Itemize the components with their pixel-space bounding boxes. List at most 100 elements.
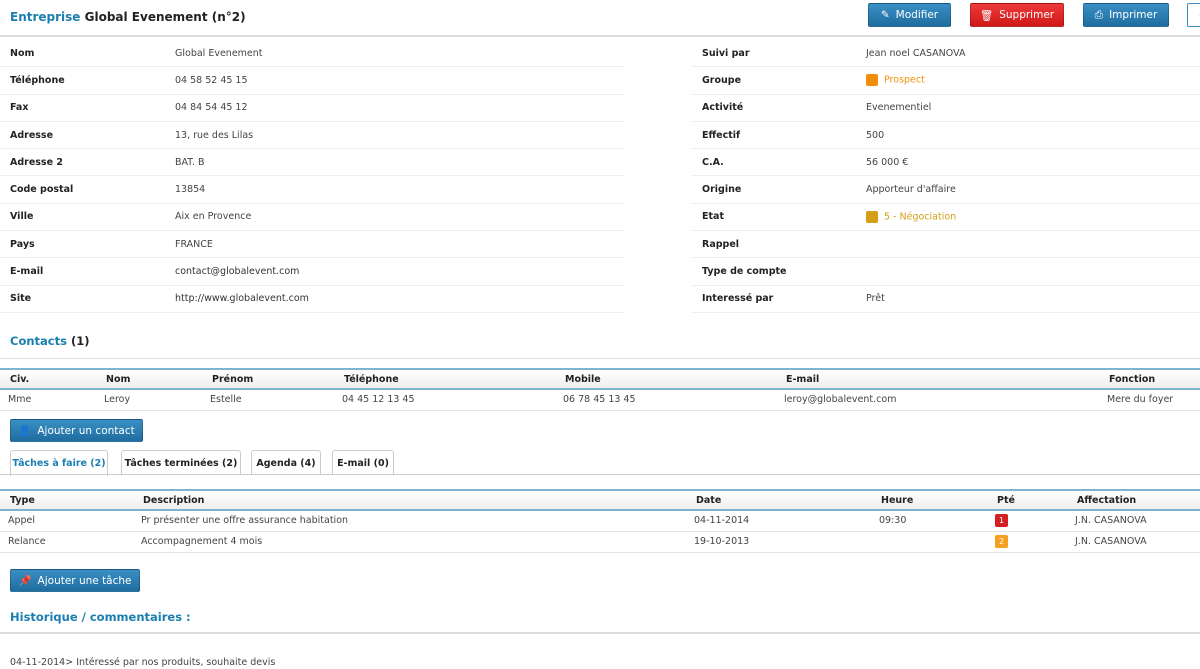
table-cell: 04-11-2014 — [686, 510, 871, 532]
history-entry: 04-11-2014> Intéressé par nos produits, … — [10, 657, 276, 668]
field-label: Type de compte — [702, 266, 787, 278]
pin-icon: 📌 — [18, 575, 32, 587]
column-header: Fonction — [1099, 368, 1200, 390]
table-header: Type Description Date Heure Pté Affectation — [0, 489, 1200, 511]
table-cell — [871, 531, 987, 553]
tab-3[interactable]: E-mail (0) — [332, 450, 394, 475]
field-row: Téléphone 04 58 52 45 15 — [0, 67, 625, 95]
field-text: 04 84 54 45 12 — [175, 102, 248, 114]
field-text: Aix en Provence — [175, 211, 252, 223]
field-text: Prêt — [866, 293, 885, 305]
field-text: 13854 — [175, 184, 206, 196]
table-cell: leroy@globalevent.com — [776, 389, 1099, 411]
field-value: BAT. B — [175, 157, 205, 168]
field-value: 56 000 € — [866, 157, 908, 168]
field-label: Activité — [702, 102, 744, 114]
table-row[interactable]: Appel Pr présenter une offre assurance ha… — [0, 510, 1200, 532]
field-value: FRANCE — [175, 239, 213, 250]
field-value: Apporteur d'affaire — [866, 184, 956, 195]
print-button[interactable]: ⎙ Imprimer — [1083, 3, 1169, 27]
table-cell: 06 78 45 13 45 — [555, 389, 776, 411]
field-row: E-mail contact@globalevent.com — [0, 258, 625, 286]
table-cell: 09:30 — [871, 510, 987, 532]
table-cell: Mere du foyer — [1099, 389, 1200, 411]
field-row: Interessé par Prêt — [692, 286, 1200, 313]
field-label: Interessé par — [702, 293, 774, 305]
priority-cell: 1 — [987, 510, 1067, 532]
field-value: Prêt — [866, 293, 885, 304]
column-header: Type — [0, 489, 133, 511]
back-button[interactable]: ◂ — [1187, 3, 1200, 27]
add-contact-button[interactable]: 👤 Ajouter un contact — [10, 419, 143, 442]
tasks-table: Type Description Date Heure Pté Affectation Ap… — [0, 489, 1200, 553]
tab-2[interactable]: Agenda (4) — [251, 450, 321, 475]
field-row: Pays FRANCE — [0, 231, 625, 259]
field-label: Rappel — [702, 238, 740, 250]
field-text: Jean noel CASANOVA — [866, 47, 966, 59]
field-row: Etat 5 - Négociation — [692, 204, 1200, 232]
field-link[interactable]: contact@globalevent.com — [175, 266, 299, 277]
field-row: Code postal 13854 — [0, 176, 625, 204]
tab-0[interactable]: Tâches à faire (2) — [10, 450, 108, 476]
column-header: Description — [133, 489, 686, 511]
field-label: Effectif — [702, 129, 741, 141]
field-label: Code postal — [10, 184, 74, 196]
field-text: BAT. B — [175, 156, 205, 168]
field-text: Global Evenement — [175, 47, 263, 59]
table-cell: 04 45 12 13 45 — [334, 389, 555, 411]
divider — [0, 474, 1200, 475]
priority-badge: 2 — [995, 535, 1008, 548]
field-label: Etat — [702, 211, 724, 223]
field-row: Type de compte — [692, 258, 1200, 286]
field-row: Adresse 13, rue des Lilas — [0, 122, 625, 150]
edit-button[interactable]: ✎ Modifier — [868, 3, 951, 27]
field-row: Groupe Prospect — [692, 67, 1200, 95]
divider — [0, 632, 1200, 634]
field-row: Activité Evenementiel — [692, 95, 1200, 122]
company-info-left: Nom Global Evenement Téléphone 04 58 52 45 … — [0, 40, 625, 313]
color-swatch-icon — [866, 74, 878, 87]
column-header: Nom — [96, 368, 202, 390]
field-value: 04 84 54 45 12 — [175, 102, 248, 113]
field-value: contact@globalevent.com — [175, 266, 299, 277]
priority-badge: 1 — [995, 514, 1008, 528]
delete-button[interactable]: 🗑 Supprimer — [970, 3, 1064, 27]
field-value: 13854 — [175, 184, 205, 195]
table-row[interactable]: Mme Leroy Estelle 04 45 12 13 45 06 78 45 13… — [0, 389, 1200, 411]
field-value: http://www.globalevent.com — [175, 293, 309, 304]
field-text: 56 000 € — [866, 156, 909, 168]
field-label: C.A. — [702, 156, 724, 168]
field-row: Rappel — [692, 231, 1200, 259]
field-label: Suivi par — [702, 47, 750, 59]
field-label: Nom — [10, 47, 35, 59]
field-row: Effectif 500 — [692, 122, 1200, 150]
field-value: Prospect — [866, 74, 925, 87]
pencil-icon: ✎ — [880, 9, 890, 21]
field-row: Fax 04 84 54 45 12 — [0, 95, 625, 122]
field-row: Adresse 2 BAT. B — [0, 149, 625, 177]
tab-1[interactable]: Tâches terminées (2) — [121, 450, 241, 475]
column-header: Civ. — [0, 368, 96, 390]
column-header: Heure — [871, 489, 987, 511]
table-cell: Relance — [0, 531, 133, 553]
table-row[interactable]: Relance Accompagnement 4 mois 19-10-2013 2 J… — [0, 531, 1200, 553]
history-heading: Historique / commentaires : — [10, 610, 191, 624]
field-row: Nom Global Evenement — [0, 40, 625, 68]
column-header: Pté — [987, 489, 1067, 511]
divider — [0, 35, 1200, 37]
column-header: Affectation — [1067, 489, 1200, 511]
field-row: Suivi par Jean noel CASANOVA — [692, 40, 1200, 68]
table-cell: Estelle — [202, 389, 334, 411]
field-row: C.A. 56 000 € — [692, 149, 1200, 177]
color-swatch-icon — [866, 210, 878, 223]
column-header: Téléphone — [334, 368, 555, 390]
contacts-heading: Contacts (1) — [10, 334, 90, 348]
add-task-button[interactable]: 📌 Ajouter une tâche — [10, 569, 140, 592]
table-cell: Accompagnement 4 mois — [133, 531, 686, 553]
field-value: Jean noel CASANOVA — [866, 48, 966, 59]
trash-icon: 🗑 — [979, 9, 994, 22]
field-link[interactable]: http://www.globalevent.com — [175, 293, 309, 304]
table-cell: Pr présenter une offre assurance habitat… — [133, 510, 686, 532]
column-header: Prénom — [202, 368, 334, 390]
field-text: FRANCE — [175, 238, 213, 250]
